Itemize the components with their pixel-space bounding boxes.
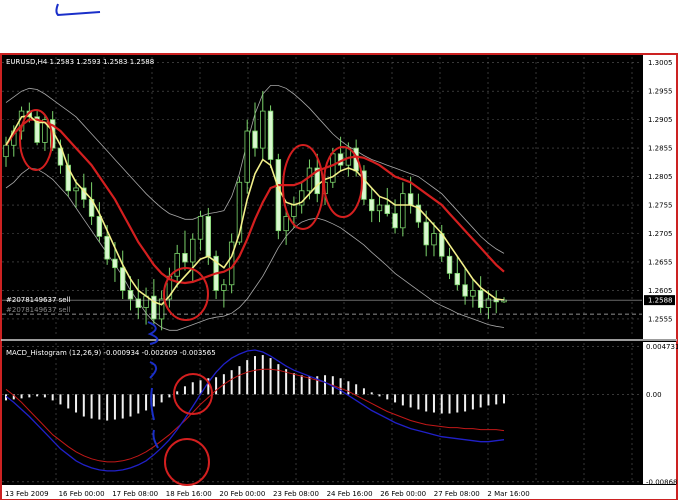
candle-body	[73, 187, 79, 192]
time-tick-label: 26 Feb 00:00	[380, 490, 426, 498]
price-tick-label: 1.2905	[648, 116, 673, 124]
candle-body	[462, 284, 468, 297]
time-tick-label: 20 Feb 00:00	[219, 490, 265, 498]
chart-canvas: EURUSD,H4 1.2583 1.2593 1.2583 1.2588 #2…	[0, 3, 678, 500]
candle-body	[151, 295, 157, 320]
price-tick-label: 1.2555	[648, 315, 673, 323]
candle-body	[244, 130, 250, 183]
chart-frame	[0, 53, 678, 500]
macd-pane-title: MACD_Histogram (12,26,9) -0.000934 -0.00…	[6, 349, 216, 357]
candle-body	[477, 290, 484, 308]
price-tick-label: 1.2855	[648, 145, 673, 153]
time-tick-label: 16 Feb 00:00	[59, 490, 105, 498]
candle-body	[291, 204, 297, 217]
candle-body	[3, 144, 9, 158]
price-tick-label: 1.2755	[648, 202, 673, 210]
current-price-label: 1.2588	[648, 297, 673, 305]
price-tick-label: 1.2655	[648, 258, 673, 266]
candle-body	[454, 272, 461, 286]
price-tick-label: 1.2705	[648, 230, 673, 238]
candle-body	[407, 193, 414, 206]
candle-body	[267, 110, 274, 160]
candle-body	[260, 110, 266, 149]
time-tick-label: 27 Feb 08:00	[434, 490, 480, 498]
time-tick-label: 2 Mar 16:00	[487, 490, 529, 498]
candle-body	[431, 233, 437, 246]
price-pane-title: EURUSD,H4 1.2583 1.2593 1.2583 1.2588	[6, 58, 154, 66]
candle-body	[205, 216, 212, 257]
candle-body	[228, 241, 235, 286]
price-tick-label: 1.2955	[648, 88, 673, 96]
macd-tick-label: 0.004731	[646, 343, 678, 351]
candle-body	[392, 213, 398, 229]
candle-body	[221, 284, 227, 291]
order-label-faded: #2078149637 sell	[6, 306, 71, 314]
price-tick-label: 1.2805	[648, 173, 673, 181]
time-tick-label: 18 Feb 16:00	[166, 490, 212, 498]
candle-body	[120, 267, 126, 291]
candle-body	[306, 167, 313, 192]
pen-stroke-top	[55, 3, 101, 17]
candle-body	[96, 216, 103, 237]
candle-body	[104, 235, 110, 260]
candle-body	[190, 238, 196, 263]
candle-body	[197, 216, 204, 240]
macd-tick-label: 0.00	[646, 391, 662, 399]
time-tick-label: 13 Feb 2009	[5, 490, 49, 498]
candle-body	[283, 216, 289, 232]
time-tick-label: 17 Feb 08:00	[112, 490, 158, 498]
candle-body	[182, 253, 188, 263]
candle-body	[275, 159, 282, 232]
candle-body	[369, 198, 375, 212]
candle-body	[174, 253, 180, 277]
price-tick-label: 1.2605	[648, 287, 673, 295]
candle-body	[384, 204, 390, 214]
candle-body	[112, 258, 118, 269]
candle-body	[252, 130, 258, 149]
candle-body	[400, 193, 406, 229]
candle-body	[446, 255, 453, 274]
candle-body	[376, 204, 383, 212]
candle-body	[423, 221, 429, 246]
order-label: #2078149637 sell	[6, 296, 71, 304]
macd-axis-bg	[643, 342, 676, 484]
candle-body	[470, 290, 476, 297]
price-tick-label: 1.3005	[648, 59, 673, 67]
time-tick-label: 23 Feb 08:00	[273, 490, 319, 498]
time-tick-label: 24 Feb 16:00	[327, 490, 373, 498]
candle-body	[127, 290, 134, 300]
